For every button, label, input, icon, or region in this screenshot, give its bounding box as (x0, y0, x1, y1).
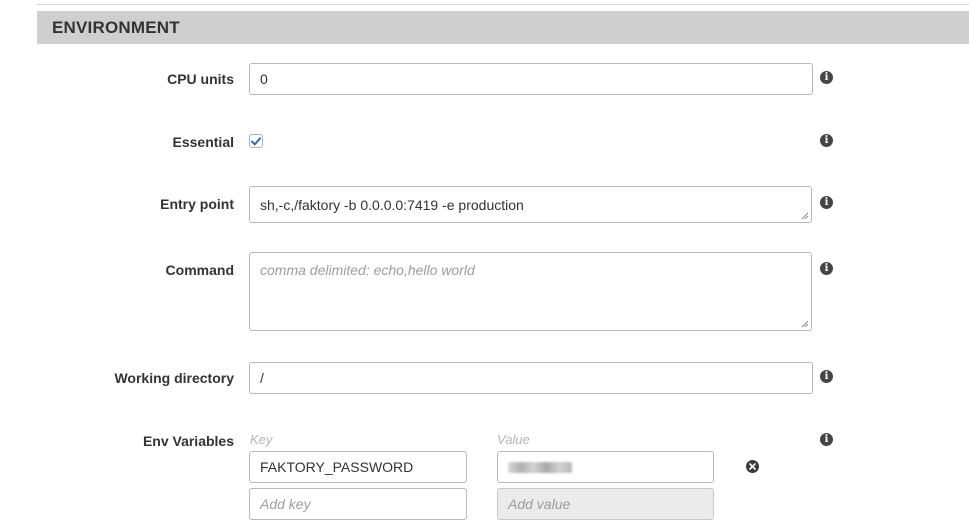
info-icon[interactable]: i (820, 433, 833, 446)
essential-label: Essential (172, 134, 234, 150)
section-header: ENVIRONMENT (37, 11, 969, 44)
cpu-units-label: CPU units (167, 71, 234, 87)
add-key-input[interactable]: Add key (249, 488, 467, 520)
entry-point-label: Entry point (160, 196, 234, 212)
info-icon[interactable]: i (820, 262, 833, 275)
section-title: ENVIRONMENT (52, 17, 180, 37)
command-textarea[interactable]: comma delimited: echo,hello world (249, 252, 812, 331)
resize-grip-icon[interactable] (801, 320, 809, 328)
env-key-value: FAKTORY_PASSWORD (260, 459, 414, 475)
working-directory-input[interactable]: / (249, 362, 813, 394)
env-key-input[interactable]: FAKTORY_PASSWORD (249, 451, 467, 483)
cpu-units-input[interactable]: 0 (249, 63, 813, 95)
env-value-column-header: Value (497, 432, 530, 447)
add-value-placeholder: Add value (508, 496, 571, 512)
add-value-input[interactable]: Add value (497, 488, 714, 520)
checkmark-icon (251, 136, 261, 145)
top-divider (37, 4, 969, 5)
working-directory-label: Working directory (114, 370, 234, 386)
info-icon[interactable]: i (820, 134, 833, 147)
remove-circle-icon[interactable] (746, 460, 759, 473)
essential-checkbox[interactable] (249, 134, 263, 148)
masked-value (508, 461, 572, 473)
close-icon (749, 463, 756, 470)
cpu-units-value: 0 (260, 71, 268, 87)
info-icon[interactable]: i (820, 196, 833, 209)
command-label: Command (165, 262, 234, 278)
working-directory-value: / (260, 370, 264, 386)
entry-point-value: sh,-c,/faktory -b 0.0.0.0:7419 -e produc… (260, 196, 524, 213)
env-key-column-header: Key (250, 432, 273, 447)
env-value-input[interactable] (497, 451, 714, 483)
info-icon[interactable]: i (820, 71, 833, 84)
info-icon[interactable]: i (820, 370, 833, 383)
command-placeholder: comma delimited: echo,hello world (260, 262, 475, 278)
entry-point-textarea[interactable]: sh,-c,/faktory -b 0.0.0.0:7419 -e produc… (249, 186, 812, 223)
env-variables-label: Env Variables (142, 433, 234, 449)
add-key-placeholder: Add key (260, 496, 311, 512)
resize-grip-icon[interactable] (801, 212, 809, 220)
